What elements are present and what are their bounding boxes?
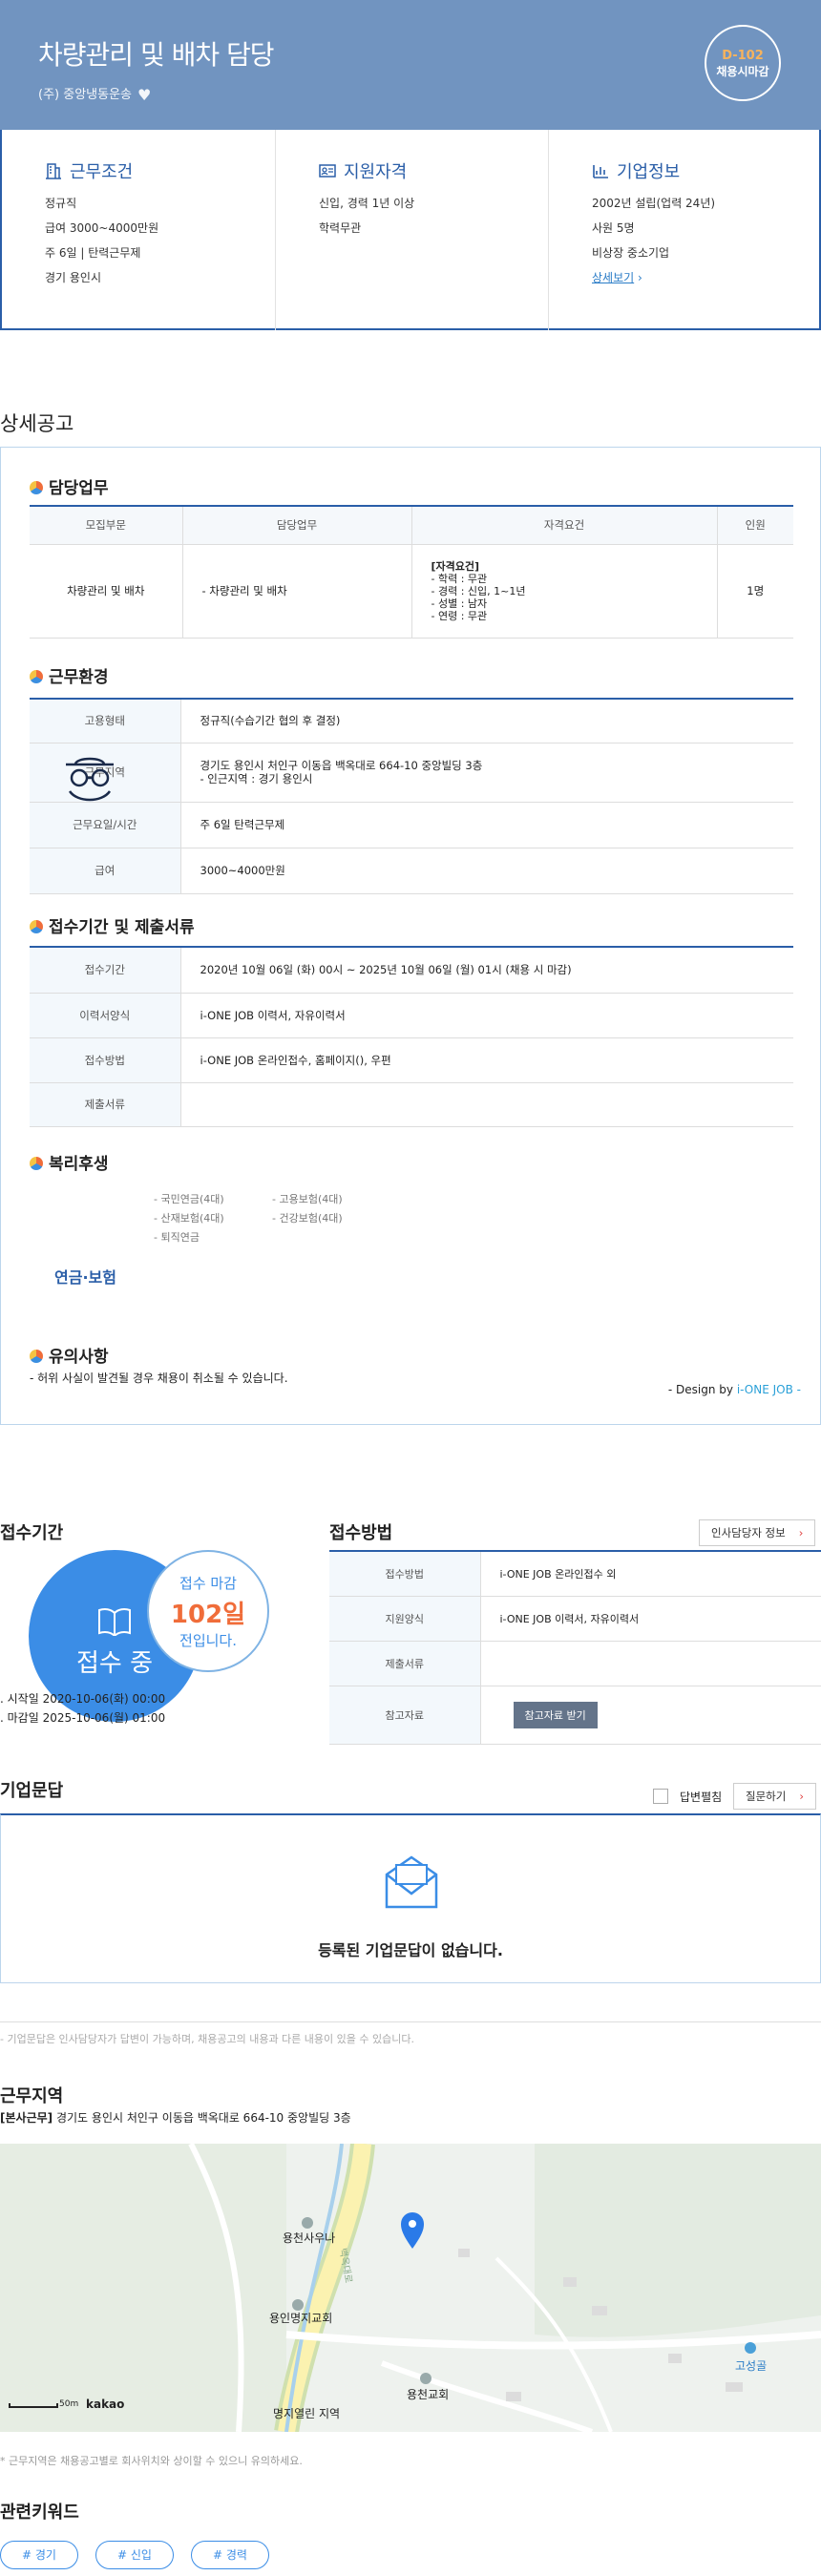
building-icon <box>46 163 61 179</box>
company-detail-link[interactable]: 상세보기 <box>592 271 634 284</box>
design-credit: - Design by i-ONE JOB - <box>667 1383 801 1396</box>
location-map[interactable]: 용천사우나 용인명지교회 용천교회 명지열린 지역 고성골 백옥대로 50m k… <box>0 2144 821 2432</box>
welfare-heading: 복리후생 <box>30 1150 109 1174</box>
keyword-chip[interactable]: # 경력 <box>191 2541 269 2569</box>
ask-question-button[interactable]: 질문하기 › <box>733 1783 816 1810</box>
qa-box: 등록된 기업문답이 없습니다. <box>0 1813 821 1983</box>
company-name[interactable]: (주) 중앙냉동운송 ♥ <box>38 84 151 104</box>
summary-conditions: 근무조건 정규직 급여 3000~4000만원 주 6일 | 탄력근무제 경기 … <box>45 162 159 284</box>
detail-box: 담당업무 모집부문 담당업무 자격요건 인원 차량관리 및 배차 - 차량관리 … <box>0 447 821 1425</box>
receipt-dates: . 시작일 2020-10-06(화) 00:00 . 마감일 2025-10-… <box>0 1692 166 1725</box>
keyword-chip[interactable]: # 신입 <box>95 2541 174 2569</box>
hr-contact-button[interactable]: 인사담당자 정보 › <box>699 1519 816 1546</box>
heart-icon[interactable]: ♥ <box>137 86 151 104</box>
id-card-icon <box>319 164 336 178</box>
job-header: 차량관리 및 배차 담당 (주) 중앙냉동운송 ♥ D-102 채용시마감 <box>0 0 821 130</box>
chart-icon <box>593 165 608 178</box>
method-table: 접수방법 i-ONE JOB 온라인접수 외 지원양식 i-ONE JOB 이력서,… <box>329 1550 821 1745</box>
answer-toggle-checkbox[interactable] <box>653 1789 668 1804</box>
dot-icon <box>30 481 43 494</box>
dday-circle: 접수 마감 102일 전입니다. <box>147 1550 269 1672</box>
envelope-icon <box>385 1855 438 1909</box>
duty-table: 모집부문 담당업무 자격요건 인원 차량관리 및 배차 - 차량관리 및 배차 … <box>30 505 793 639</box>
job-summary: 근무조건 정규직 급여 3000~4000만원 주 6일 | 탄력근무제 경기 … <box>0 130 821 330</box>
summary-qualification: 지원자격 신입, 경력 1년 이상 학력무관 <box>275 130 548 330</box>
book-icon <box>98 1608 131 1636</box>
dday-badge: D-102 채용시마감 <box>705 25 781 101</box>
summary-company: 기업정보 2002년 설립(업력 24년) 사원 5명 비상장 중소기업 상세보… <box>548 130 821 330</box>
apply-heading: 접수기간 및 제출서류 <box>30 913 195 937</box>
env-heading: 근무환경 <box>30 663 109 687</box>
notice-heading: 유의사항 <box>30 1343 109 1367</box>
duty-heading: 담당업무 <box>30 474 109 498</box>
keyword-chip[interactable]: # 경기 <box>0 2541 78 2569</box>
pension-icon <box>66 757 114 802</box>
env-table: 고용형태 정규직(수습기간 협의 후 결정) 근무지역 경기도 용인시 처인구 이동… <box>30 698 793 894</box>
reference-download-button[interactable]: 참고자료 받기 <box>513 1701 598 1728</box>
detail-title: 상세공고 <box>0 412 74 435</box>
job-title: 차량관리 및 배차 담당 <box>38 39 275 71</box>
apply-table: 접수기간 2020년 10월 06일 (화) 00시 ~ 2025년 10월 06… <box>30 946 793 1127</box>
location-address: [본사근무] 경기도 용인시 처인구 이동읍 백옥대로 664-10 중앙빌딩 … <box>0 2111 351 2125</box>
